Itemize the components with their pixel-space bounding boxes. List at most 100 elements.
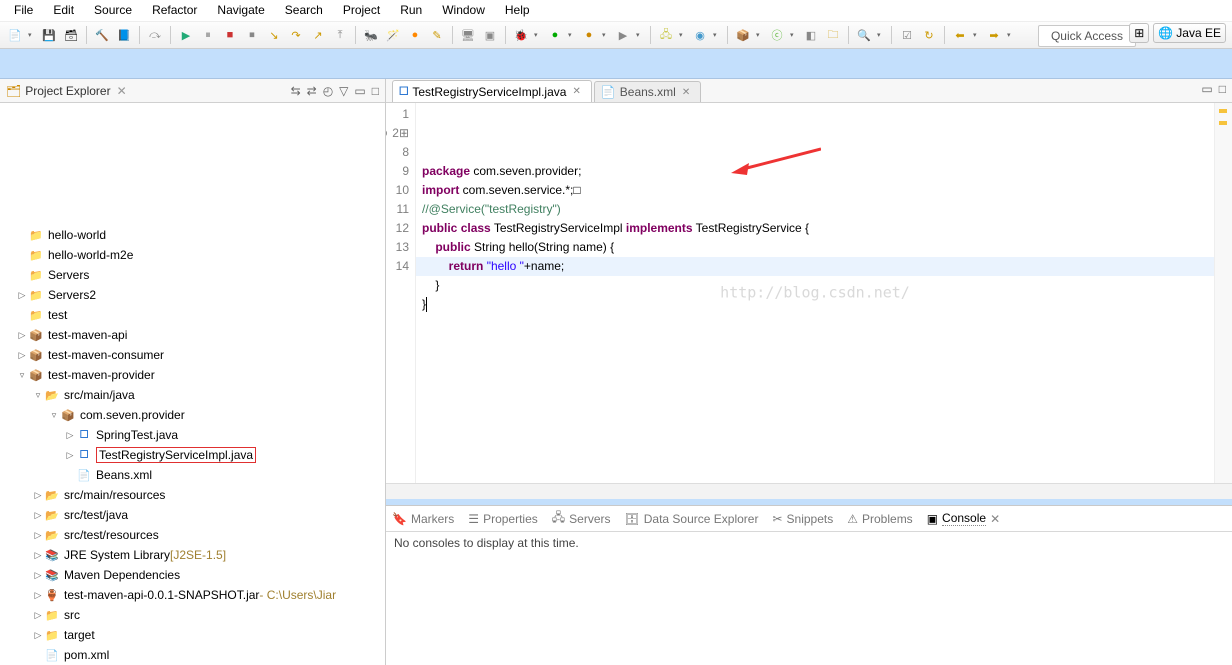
code-line[interactable]: }	[422, 276, 1214, 295]
expand-arrow[interactable]: ▿	[48, 410, 60, 421]
tree-item[interactable]: 📁test	[0, 305, 385, 325]
editor-maximize-icon[interactable]: □	[1219, 82, 1226, 96]
xml-icon[interactable]: 📘	[115, 26, 133, 44]
pencil-icon[interactable]: ✎	[428, 26, 446, 44]
menu-file[interactable]: File	[4, 1, 43, 19]
maximize-icon[interactable]: □	[372, 84, 379, 98]
expand-arrow[interactable]: ▷	[64, 450, 76, 461]
link-editor-icon[interactable]: ⇄	[307, 84, 317, 98]
build-icon[interactable]: 🔨	[93, 26, 111, 44]
expand-arrow[interactable]: ▷	[32, 590, 44, 601]
line-number[interactable]: 1	[386, 105, 409, 124]
stop-icon[interactable]: ■	[221, 26, 239, 44]
new-icon[interactable]: 📄	[6, 26, 24, 44]
tool-icon[interactable]: 🪄	[384, 26, 402, 44]
code-line[interactable]: public class TestRegistryServiceImpl imp…	[422, 219, 1214, 238]
suspend-icon[interactable]: ⏸	[199, 26, 217, 44]
bottom-tab-problems[interactable]: ⚠Problems	[847, 512, 912, 526]
tree-item[interactable]: 📄Beans.xml	[0, 465, 385, 485]
tree-item[interactable]: ▷📦test-maven-consumer	[0, 345, 385, 365]
line-number[interactable]: 12	[386, 219, 409, 238]
tree-item[interactable]: ▿📦com.seven.provider	[0, 405, 385, 425]
bottom-tab-snippets[interactable]: ✂Snippets	[772, 512, 833, 526]
menu-window[interactable]: Window	[432, 1, 495, 19]
editor-minimize-icon[interactable]: ▭	[1201, 82, 1212, 96]
new-eg-icon[interactable]: 🗀	[824, 26, 842, 44]
collapse-all-icon[interactable]: ⇆	[291, 84, 301, 98]
close-icon[interactable]: ✕	[572, 86, 580, 97]
new-pkg-icon[interactable]: 📦	[734, 26, 752, 44]
editor-scrollbar-horizontal[interactable]	[386, 483, 1232, 499]
code-line[interactable]: package com.seven.provider;	[422, 162, 1214, 181]
expand-arrow[interactable]: ▷	[16, 350, 28, 361]
task-icon[interactable]: ☑	[898, 26, 916, 44]
tree-item[interactable]: ▷📁Servers2	[0, 285, 385, 305]
bottom-tab-data-source-explorer[interactable]: 🗄Data Source Explorer	[625, 512, 759, 526]
code-area[interactable]: http://blog.csdn.net/ package com.seven.…	[416, 103, 1214, 483]
menu-source[interactable]: Source	[84, 1, 142, 19]
back-nav-icon[interactable]: ⬅	[951, 26, 969, 44]
editor-tab[interactable]: 📄Beans.xml✕	[594, 81, 701, 102]
line-number[interactable]: ⊕2⊞	[386, 124, 409, 143]
new-dd[interactable]: ▾	[28, 26, 36, 44]
drop-frame-icon[interactable]: ⤒	[331, 26, 349, 44]
new-bean-icon[interactable]: ◉	[691, 26, 709, 44]
line-gutter[interactable]: 1⊕2⊞89⚠1011121314	[386, 103, 416, 483]
refresh-icon[interactable]: ↻	[920, 26, 938, 44]
step-into-icon[interactable]: ↘	[265, 26, 283, 44]
tree-item[interactable]: ▷🞐SpringTest.java	[0, 425, 385, 445]
save-icon[interactable]: 💾	[40, 26, 58, 44]
line-number[interactable]: 13	[386, 238, 409, 257]
view-menu-icon[interactable]: ▽	[339, 84, 348, 98]
step-return-icon[interactable]: ↗	[309, 26, 327, 44]
menu-refactor[interactable]: Refactor	[142, 1, 207, 19]
java-ee-perspective-button[interactable]: 🌐Java EE	[1153, 23, 1226, 43]
editor-tab[interactable]: 🞐TestRegistryServiceImpl.java✕	[392, 80, 592, 102]
line-number[interactable]: 9	[386, 162, 409, 181]
open-perspective-button[interactable]: ⊞	[1129, 23, 1149, 43]
quick-access-field[interactable]: Quick Access	[1038, 25, 1136, 47]
menu-help[interactable]: Help	[495, 1, 540, 19]
expand-arrow[interactable]: ▷	[16, 290, 28, 301]
run-last-icon[interactable]: ●	[580, 26, 598, 44]
minimize-icon[interactable]: ▭	[354, 84, 365, 98]
code-line[interactable]: public String hello(String name) {	[422, 238, 1214, 257]
skip-bp-icon[interactable]: ⤼	[146, 26, 164, 44]
expand-arrow[interactable]: ▷	[32, 550, 44, 561]
tree-item[interactable]: ▷📂src/test/resources	[0, 525, 385, 545]
new-server-icon[interactable]: 🖧	[657, 26, 675, 44]
run-icon[interactable]: ●	[546, 26, 564, 44]
tree-item[interactable]: ▷📂src/test/java	[0, 505, 385, 525]
tree-item[interactable]: 📁hello-world	[0, 225, 385, 245]
close-icon[interactable]: ✕	[990, 512, 1000, 526]
menu-navigate[interactable]: Navigate	[207, 1, 274, 19]
tree-item[interactable]: ▷🏺test-maven-api-0.0.1-SNAPSHOT.jar - C:…	[0, 585, 385, 605]
disconnect-icon[interactable]: ⏹	[243, 26, 261, 44]
expand-arrow[interactable]: ▷	[32, 530, 44, 541]
project-tree[interactable]: 📁hello-world📁hello-world-m2e📁Servers▷📁Se…	[0, 103, 385, 665]
tree-item[interactable]: ▷📚Maven Dependencies	[0, 565, 385, 585]
menu-run[interactable]: Run	[390, 1, 432, 19]
expand-arrow[interactable]: ▷	[16, 330, 28, 341]
expand-arrow[interactable]: ▷	[32, 570, 44, 581]
search-icon[interactable]: 🔍	[855, 26, 873, 44]
line-number[interactable]: 11	[386, 200, 409, 219]
close-icon[interactable]: ✕	[682, 87, 690, 98]
bottom-tab-servers[interactable]: 🖧Servers	[552, 508, 611, 529]
bottom-tab-properties[interactable]: ☰Properties	[468, 512, 537, 526]
menu-project[interactable]: Project	[333, 1, 390, 19]
tree-item[interactable]: 📄pom.xml	[0, 645, 385, 665]
menu-edit[interactable]: Edit	[43, 1, 84, 19]
code-line[interactable]: }	[422, 295, 1214, 314]
tree-item[interactable]: ▷📂src/main/resources	[0, 485, 385, 505]
code-line[interactable]: //@Service("testRegistry")	[422, 200, 1214, 219]
debug-icon[interactable]: 🐞	[512, 26, 530, 44]
browser-icon[interactable]: 🖥	[459, 26, 477, 44]
bottom-tab-markers[interactable]: 🔖Markers	[392, 512, 454, 526]
code-line[interactable]: return "hello "+name;	[422, 257, 1214, 276]
tree-item[interactable]: ▷🞐TestRegistryServiceImpl.java	[0, 445, 385, 465]
project-explorer-tab[interactable]: 🗂 Project Explorer ✕ ⇆ ⇄ ◴ ▽ ▭ □	[0, 79, 385, 103]
line-number[interactable]: 8	[386, 143, 409, 162]
save-all-icon[interactable]: 🗃	[62, 26, 80, 44]
resume-icon[interactable]: ▶	[177, 26, 195, 44]
